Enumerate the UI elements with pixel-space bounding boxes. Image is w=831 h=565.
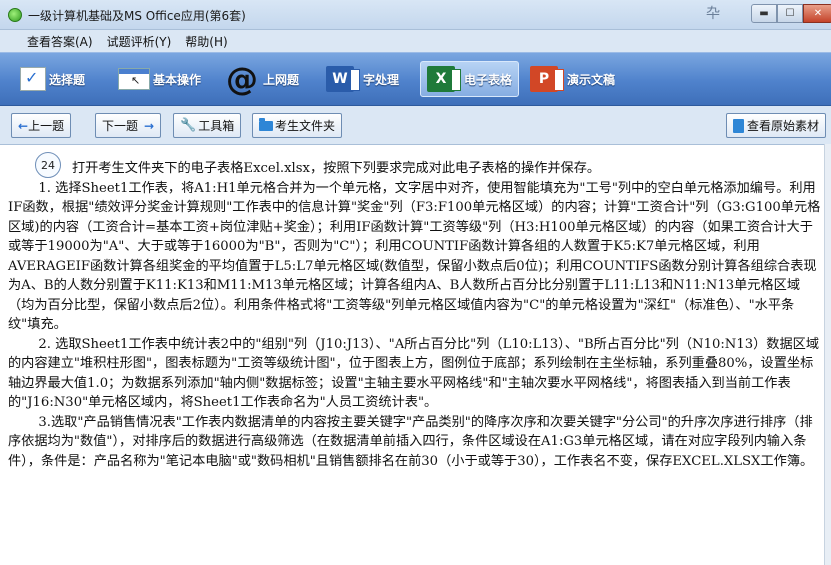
- menu-bar: 查看答案(A) 试题评析(Y) 帮助(H): [0, 30, 831, 52]
- folder-icon: [259, 117, 273, 131]
- menu-help[interactable]: 帮助(H): [178, 33, 234, 50]
- view-source-button[interactable]: 查看原始素材: [726, 113, 827, 138]
- word-icon: W: [326, 66, 360, 92]
- question-item-3: 3.选取"产品销售情况表"工作表内数据清单的内容按主要关键字"产品类别"的降序次…: [8, 414, 814, 469]
- powerpoint-icon: P: [530, 66, 564, 92]
- app-icon: [8, 8, 22, 22]
- student-folder-label: 考生文件夹: [275, 119, 336, 133]
- question-panel: 24 打开考生文件夹下的电子表格Excel.xlsx，按照下列要求完成对此电子表…: [0, 144, 824, 565]
- next-question-label: 下一题: [102, 119, 139, 133]
- at-icon: @: [226, 60, 258, 98]
- module-basic-operation[interactable]: 基本操作: [112, 61, 207, 97]
- module-bar: 选择题 基本操作 @ 上网题 W 字处理 X 电子表格 P 演示文稿: [0, 52, 831, 106]
- module-word-label: 字处理: [363, 72, 400, 87]
- window-controls: ▬ ☐ ✕: [751, 4, 831, 24]
- next-question-button[interactable]: 下一题 →: [95, 113, 162, 138]
- menu-question-analysis[interactable]: 试题评析(Y): [100, 33, 179, 50]
- maximize-icon: ☐: [785, 8, 795, 19]
- minimize-icon: ▬: [759, 8, 769, 19]
- window-icon: [118, 68, 150, 90]
- toolbar: ← 上一题 下一题 → 🔧 工具箱 考生文件夹 查看原始素材: [0, 106, 831, 144]
- question-text: 打开考生文件夹下的电子表格Excel.xlsx，按照下列要求完成对此电子表格的操…: [8, 159, 821, 471]
- student-folder-button[interactable]: 考生文件夹: [252, 113, 343, 138]
- prev-question-label: 上一题: [28, 119, 65, 133]
- document-icon: [733, 118, 744, 133]
- toolbox-button[interactable]: 🔧 工具箱: [173, 113, 242, 138]
- module-choice-label: 选择题: [49, 72, 86, 87]
- minimize-button[interactable]: ▬: [751, 4, 777, 23]
- module-word[interactable]: W 字处理: [320, 61, 405, 97]
- prev-question-button[interactable]: ← 上一题: [11, 113, 72, 138]
- view-source-label: 查看原始素材: [747, 119, 820, 133]
- module-excel-label: 电子表格: [464, 72, 513, 87]
- excel-icon: X: [427, 66, 461, 92]
- vertical-scrollbar[interactable]: [824, 144, 831, 565]
- question-item-2: 2. 选取Sheet1工作表中统计表2中的"组别"列（J10:J13）、"A所占…: [8, 336, 820, 411]
- module-internet-label: 上网题: [263, 72, 300, 87]
- wrench-icon: 🔧: [180, 118, 197, 133]
- title-bar: 一级计算机基础及MS Office应用(第6套) 卆 ▬ ☐ ✕: [0, 0, 831, 30]
- window-title: 一级计算机基础及MS Office应用(第6套): [28, 9, 246, 23]
- module-excel[interactable]: X 电子表格: [420, 61, 520, 97]
- question-intro: 打开考生文件夹下的电子表格Excel.xlsx，按照下列要求完成对此电子表格的操…: [72, 161, 601, 176]
- pin-icon[interactable]: 卆: [706, 3, 720, 23]
- close-icon: ✕: [813, 8, 823, 19]
- module-choice[interactable]: 选择题: [14, 61, 91, 97]
- module-powerpoint[interactable]: P 演示文稿: [524, 61, 621, 97]
- module-internet[interactable]: @ 上网题: [218, 61, 305, 97]
- arrow-left-icon: ←: [18, 118, 29, 133]
- arrow-right-icon: →: [144, 118, 155, 133]
- module-powerpoint-label: 演示文稿: [567, 72, 616, 87]
- maximize-button[interactable]: ☐: [777, 4, 803, 23]
- question-item-1: 1. 选择Sheet1工作表，将A1:H1单元格合并为一个单元格，文字居中对齐，…: [8, 180, 821, 333]
- menu-view-answer[interactable]: 查看答案(A): [20, 33, 100, 50]
- checkmark-icon: [20, 67, 46, 91]
- close-button[interactable]: ✕: [803, 4, 831, 23]
- module-basic-operation-label: 基本操作: [153, 72, 202, 87]
- toolbox-label: 工具箱: [198, 119, 235, 133]
